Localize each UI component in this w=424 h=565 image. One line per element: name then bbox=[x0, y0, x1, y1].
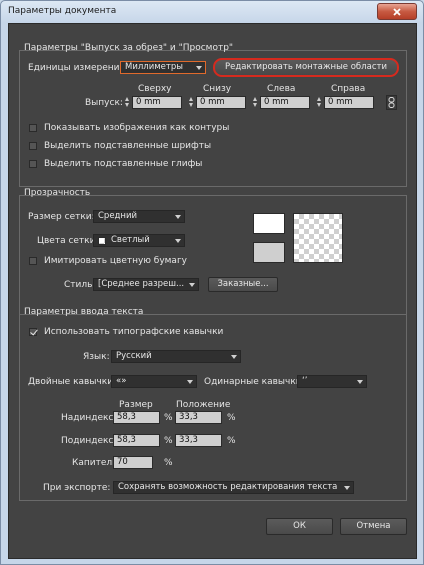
custom-button[interactable]: Заказные... bbox=[208, 277, 278, 292]
export-value: Сохранять возможность редактирования тек… bbox=[118, 482, 338, 492]
column-header-bottom: Снизу bbox=[203, 84, 232, 94]
bleed-top-field[interactable]: 0 mm bbox=[132, 96, 182, 109]
subscript-size-field[interactable]: 58,3 bbox=[113, 434, 160, 447]
column-header-left: Слева bbox=[267, 84, 296, 94]
chain-link-icon bbox=[388, 97, 395, 108]
bleed-top-spinner[interactable] bbox=[124, 96, 131, 109]
units-label: Единицы измерения: bbox=[28, 63, 128, 73]
language-dropdown[interactable]: Русский bbox=[111, 350, 241, 363]
superscript-position-percent: % bbox=[227, 413, 236, 423]
transparency-group-title: Прозрачность bbox=[24, 188, 91, 198]
style-label: Стиль: bbox=[64, 280, 96, 290]
window-title: Параметры документа bbox=[8, 6, 117, 16]
position-header: Положение bbox=[176, 400, 231, 410]
smallcaps-field[interactable]: 70 bbox=[113, 456, 153, 469]
dialog-body: Параметры "Выпуск за обрез" и "Просмотр"… bbox=[8, 23, 417, 559]
subscript-label: Подиндекс: bbox=[61, 436, 117, 446]
single-quotes-value: ‘’ bbox=[302, 376, 308, 386]
title-bar[interactable]: Параметры документа bbox=[1, 1, 423, 23]
grid-colors-value: Светлый bbox=[111, 235, 150, 245]
subscript-position-percent: % bbox=[227, 436, 236, 446]
typographic-quotes-label: Использовать типографские кавычки bbox=[44, 327, 224, 337]
outline-images-label: Показывать изображения как контуры bbox=[44, 123, 230, 133]
chevron-down-icon bbox=[175, 215, 181, 219]
edit-artboards-button[interactable]: Редактировать монтажные области bbox=[213, 58, 399, 77]
highlight-fonts-checkbox[interactable] bbox=[29, 142, 37, 150]
document-setup-window: Параметры документа Параметры "Выпуск за… bbox=[0, 0, 424, 565]
cancel-button[interactable]: Отмена bbox=[340, 518, 407, 535]
chevron-down-icon bbox=[175, 239, 181, 243]
chevron-down-icon bbox=[231, 355, 237, 359]
subscript-position-field[interactable]: 33,3 bbox=[175, 434, 222, 447]
transparency-grid-preview bbox=[293, 213, 343, 263]
superscript-label: Надиндекс: bbox=[61, 413, 117, 423]
bleed-left-spinner[interactable] bbox=[252, 96, 259, 109]
grid-size-value: Средний bbox=[98, 211, 138, 221]
export-dropdown[interactable]: Сохранять возможность редактирования тек… bbox=[113, 481, 354, 494]
highlight-fonts-label: Выделить подставленные шрифты bbox=[44, 141, 212, 151]
bleed-right-field[interactable]: 0 mm bbox=[324, 96, 374, 109]
typographic-quotes-checkbox[interactable] bbox=[29, 328, 37, 336]
type-group-title: Параметры ввода текста bbox=[24, 307, 144, 317]
single-quotes-label: Одинарные кавычки: bbox=[204, 377, 305, 387]
chevron-down-icon bbox=[196, 66, 202, 70]
bleed-right-spinner[interactable] bbox=[316, 96, 323, 109]
grid-colors-dropdown[interactable]: Светлый bbox=[93, 234, 185, 247]
column-header-right: Справа bbox=[331, 84, 366, 94]
export-label: При экспорте: bbox=[43, 483, 111, 493]
chevron-down-icon bbox=[344, 486, 350, 490]
chevron-down-icon bbox=[189, 283, 195, 287]
type-options-group: Параметры ввода текста Использовать типо… bbox=[19, 307, 407, 501]
column-header-top: Сверху bbox=[138, 84, 172, 94]
bleed-left-field[interactable]: 0 mm bbox=[260, 96, 310, 109]
superscript-size-field[interactable]: 58,3 bbox=[113, 411, 160, 424]
chevron-down-icon bbox=[357, 380, 363, 384]
double-quotes-dropdown[interactable]: «» bbox=[111, 375, 197, 388]
outline-images-checkbox[interactable] bbox=[29, 124, 37, 132]
grid-color-swatch-light[interactable] bbox=[253, 213, 285, 234]
single-quotes-dropdown[interactable]: ‘’ bbox=[297, 375, 367, 388]
grid-colors-label: Цвета сетки: bbox=[37, 236, 99, 246]
ok-button[interactable]: ОК bbox=[266, 518, 333, 535]
bleed-label: Выпуск: bbox=[85, 98, 123, 108]
grid-color-swatch-icon bbox=[98, 237, 106, 245]
close-button[interactable] bbox=[377, 3, 417, 20]
simulate-paper-checkbox[interactable] bbox=[29, 257, 37, 265]
superscript-position-field[interactable]: 33,3 bbox=[175, 411, 222, 424]
units-dropdown[interactable]: Миллиметры bbox=[120, 61, 206, 74]
bleed-group-title: Параметры "Выпуск за обрез" и "Просмотр" bbox=[24, 43, 234, 53]
grid-size-label: Размер сетки: bbox=[28, 212, 95, 222]
bleed-bottom-field[interactable]: 0 mm bbox=[196, 96, 246, 109]
bleed-bottom-spinner[interactable] bbox=[188, 96, 195, 109]
language-label: Язык: bbox=[83, 352, 110, 362]
bleed-view-group: Параметры "Выпуск за обрез" и "Просмотр"… bbox=[19, 43, 407, 187]
transparency-group: Прозрачность Размер сетки: Средний Цвета… bbox=[19, 188, 407, 315]
style-value: [Среднее разреш... bbox=[98, 279, 185, 289]
language-value: Русский bbox=[116, 351, 152, 361]
grid-size-dropdown[interactable]: Средний bbox=[93, 210, 185, 223]
highlight-glyphs-label: Выделить подставленные глифы bbox=[44, 159, 203, 169]
units-value: Миллиметры bbox=[125, 62, 183, 72]
double-quotes-label: Двойные кавычки: bbox=[28, 377, 117, 387]
simulate-paper-label: Имитировать цветную бумагу bbox=[44, 256, 188, 266]
link-bleed-button[interactable] bbox=[386, 95, 397, 110]
close-icon bbox=[393, 7, 401, 16]
double-quotes-value: «» bbox=[116, 376, 127, 386]
highlight-glyphs-checkbox[interactable] bbox=[29, 160, 37, 168]
subscript-size-percent: % bbox=[164, 436, 173, 446]
superscript-size-percent: % bbox=[164, 413, 173, 423]
chevron-down-icon bbox=[187, 380, 193, 384]
smallcaps-percent: % bbox=[164, 458, 173, 468]
style-dropdown[interactable]: [Среднее разреш... bbox=[93, 278, 199, 291]
grid-color-swatch-dark[interactable] bbox=[253, 242, 285, 263]
size-header: Размер bbox=[119, 400, 153, 410]
